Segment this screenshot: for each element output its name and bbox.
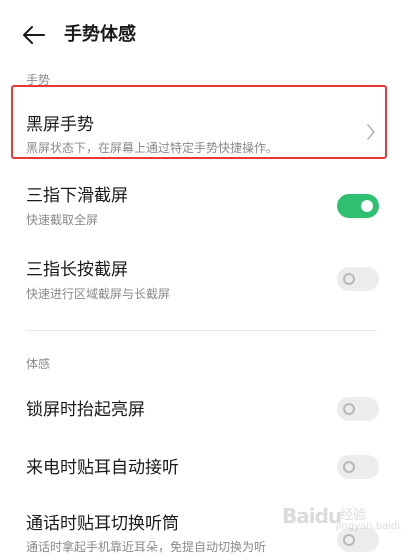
- three-finger-hold-title: 三指长按截屏: [26, 260, 128, 280]
- raise-to-wake-title: 锁屏时抬起亮屏: [26, 400, 145, 420]
- toggle-knob: [361, 200, 373, 212]
- auto-answer-title: 来电时贴耳自动接听: [26, 458, 179, 478]
- switch-earpiece-title: 通话时贴耳切换听筒: [26, 514, 179, 534]
- switch-earpiece-subtitle: 通话时拿起手机靠近耳朵，免提自动切换为听: [26, 540, 267, 554]
- section-label-motion: 体感: [26, 357, 51, 371]
- section-divider: [26, 330, 377, 331]
- toggle-knob: [343, 273, 355, 285]
- toggle-knob: [343, 403, 355, 415]
- top-bar: 手势体感: [0, 0, 401, 72]
- auto-answer-toggle[interactable]: [337, 455, 379, 479]
- three-finger-hold-subtitle: 快速进行区域截屏与长截屏: [26, 287, 171, 301]
- arrow-left-icon[interactable]: [22, 25, 46, 45]
- watermark-brand: Baidu: [282, 504, 342, 528]
- baidu-jingyan-watermark-logo: Baidu 经验 jingyan.baidu.com: [282, 500, 401, 536]
- three-finger-swipe-subtitle: 快速截取全屏: [26, 213, 99, 227]
- page-title: 手势体感: [64, 24, 136, 45]
- three-finger-hold-toggle[interactable]: [337, 267, 379, 291]
- watermark-url: jingyan.baidu.com: [336, 521, 401, 532]
- three-finger-swipe-toggle[interactable]: [337, 194, 379, 218]
- raise-to-wake-toggle[interactable]: [337, 397, 379, 421]
- three-finger-swipe-title: 三指下滑截屏: [26, 186, 128, 206]
- highlight-annotation-box: [11, 85, 387, 159]
- toggle-knob: [343, 461, 355, 473]
